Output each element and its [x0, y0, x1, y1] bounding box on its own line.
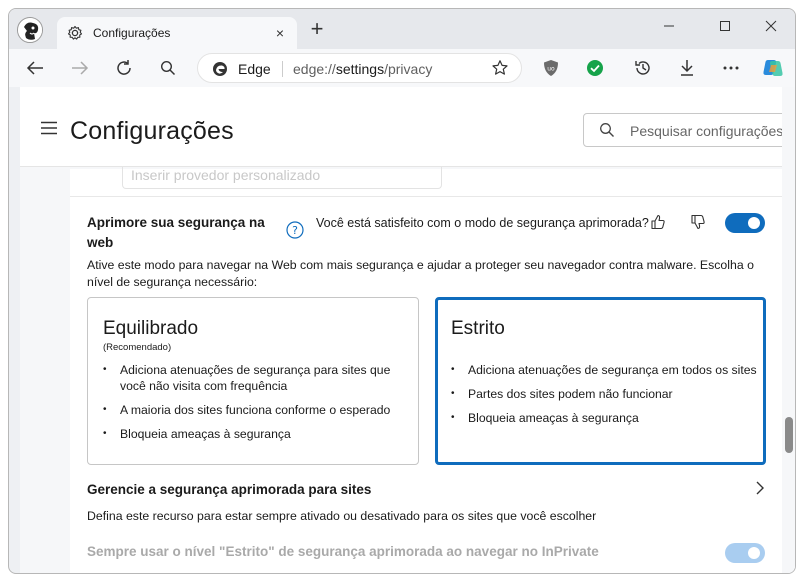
favorite-star-icon[interactable] — [491, 59, 509, 77]
address-bar[interactable]: Edge edge://settings/privacy — [197, 53, 522, 83]
chevron-right-icon[interactable] — [754, 481, 766, 495]
forward-arrow-icon — [72, 61, 89, 75]
site-name: Edge — [238, 61, 271, 77]
back-button[interactable] — [21, 56, 49, 80]
search-icon — [599, 122, 615, 138]
svg-text:uo: uo — [547, 66, 555, 73]
url-suffix: /privacy — [384, 61, 433, 77]
list-item: Bloqueia ameaças à segurança — [451, 410, 761, 426]
toolbar: Edge edge://settings/privacy uo — [9, 49, 795, 87]
new-tab-button[interactable]: + — [307, 18, 327, 40]
maximize-button[interactable] — [705, 15, 745, 39]
back-arrow-icon — [26, 61, 43, 75]
settings-content: Configurações Pesquisar configurações In… — [20, 87, 795, 573]
copilot-button[interactable] — [759, 56, 787, 80]
option-bullets: Adiciona atenuações de segurança em todo… — [451, 362, 761, 434]
tab-close-icon[interactable]: × — [271, 24, 289, 42]
close-window-button[interactable] — [751, 15, 791, 39]
section-divider — [70, 196, 782, 197]
toggle-knob — [748, 217, 760, 229]
list-item: Bloqueia ameaças à segurança — [103, 426, 403, 442]
refresh-button[interactable] — [110, 56, 138, 80]
url-bold: settings — [335, 61, 385, 77]
downloads-button[interactable] — [673, 56, 701, 80]
manage-sites-link[interactable]: Gerencie a segurança aprimorada para sit… — [87, 482, 371, 497]
option-balanced[interactable]: Equilibrado (Recomendado) Adiciona atenu… — [87, 297, 419, 465]
settings-header: Configurações Pesquisar configurações — [20, 87, 790, 167]
enhanced-security-toggle[interactable] — [725, 213, 765, 233]
inprivate-strict-toggle[interactable] — [725, 543, 765, 563]
list-item: Adiciona atenuações de segurança para si… — [103, 362, 403, 394]
gear-icon — [67, 25, 83, 41]
more-dots-icon — [723, 66, 739, 70]
enhanced-security-title: Aprimore sua segurança na web — [87, 215, 265, 250]
thumbs-up-icon[interactable] — [650, 214, 666, 230]
profile-avatar[interactable] — [17, 17, 43, 43]
check-circle-icon — [587, 60, 603, 76]
search-button[interactable] — [154, 56, 182, 80]
list-item: Partes dos sites podem não funcionar — [451, 386, 761, 402]
security-card: Inserir provedor personalizado Aprimore … — [70, 167, 782, 573]
ublock-extension-button[interactable]: uo — [537, 56, 565, 80]
forward-button[interactable] — [66, 56, 94, 80]
enhanced-security-description: Ative este modo para navegar na Web com … — [87, 258, 754, 289]
scrollbar-thumb[interactable] — [785, 417, 793, 453]
minimize-icon — [664, 25, 674, 27]
tab-settings[interactable]: Configurações × — [57, 17, 297, 49]
option-title: Equilibrado — [103, 318, 199, 339]
thumbs-down-icon[interactable] — [690, 214, 706, 230]
browser-window: Configurações × + Edge edge://settings/p… — [8, 8, 796, 574]
option-strict[interactable]: Estrito Adiciona atenuações de segurança… — [435, 297, 766, 465]
custom-provider-input[interactable]: Inserir provedor personalizado — [122, 167, 442, 189]
feedback-question: Você está satisfeito com o modo de segur… — [316, 216, 649, 230]
copilot-icon — [763, 60, 783, 76]
tab-title: Configurações — [93, 26, 171, 40]
help-icon[interactable]: ? — [286, 221, 304, 239]
search-placeholder: Pesquisar configurações — [630, 123, 784, 139]
download-icon — [681, 60, 693, 76]
option-subtitle: (Recomendado) — [103, 342, 172, 353]
page-title: Configurações — [70, 117, 234, 145]
shield-icon: uo — [544, 60, 558, 76]
list-item: A maioria dos sites funciona conforme o … — [103, 402, 403, 418]
title-bar: Configurações × + — [9, 9, 795, 49]
toggle-knob — [748, 547, 760, 559]
history-icon — [635, 61, 650, 75]
edge-logo-icon — [212, 61, 228, 77]
maximize-icon — [720, 21, 730, 31]
address-separator — [282, 61, 283, 77]
check-extension-button[interactable] — [581, 56, 609, 80]
svg-text:?: ? — [292, 224, 298, 237]
manage-sites-description: Defina este recurso para estar sempre at… — [87, 509, 597, 523]
history-button[interactable] — [629, 56, 657, 80]
url-prefix: edge:// — [293, 61, 336, 77]
more-options-button[interactable] — [717, 56, 745, 80]
close-icon — [765, 20, 777, 32]
profile-icon — [18, 18, 42, 42]
scrollbar[interactable] — [782, 87, 795, 573]
settings-search-input[interactable]: Pesquisar configurações — [583, 113, 790, 147]
option-title: Estrito — [451, 318, 505, 339]
url-text[interactable]: edge://settings/privacy — [293, 61, 432, 77]
option-bullets: Adiciona atenuações de segurança para si… — [103, 362, 403, 450]
hamburger-menu-icon[interactable] — [40, 121, 58, 135]
minimize-button[interactable] — [649, 15, 689, 39]
search-icon — [160, 60, 176, 76]
refresh-icon — [117, 60, 131, 75]
list-item: Adiciona atenuações de segurança em todo… — [451, 362, 761, 378]
inprivate-strict-label: Sempre usar o nível "Estrito" de seguran… — [87, 544, 599, 559]
